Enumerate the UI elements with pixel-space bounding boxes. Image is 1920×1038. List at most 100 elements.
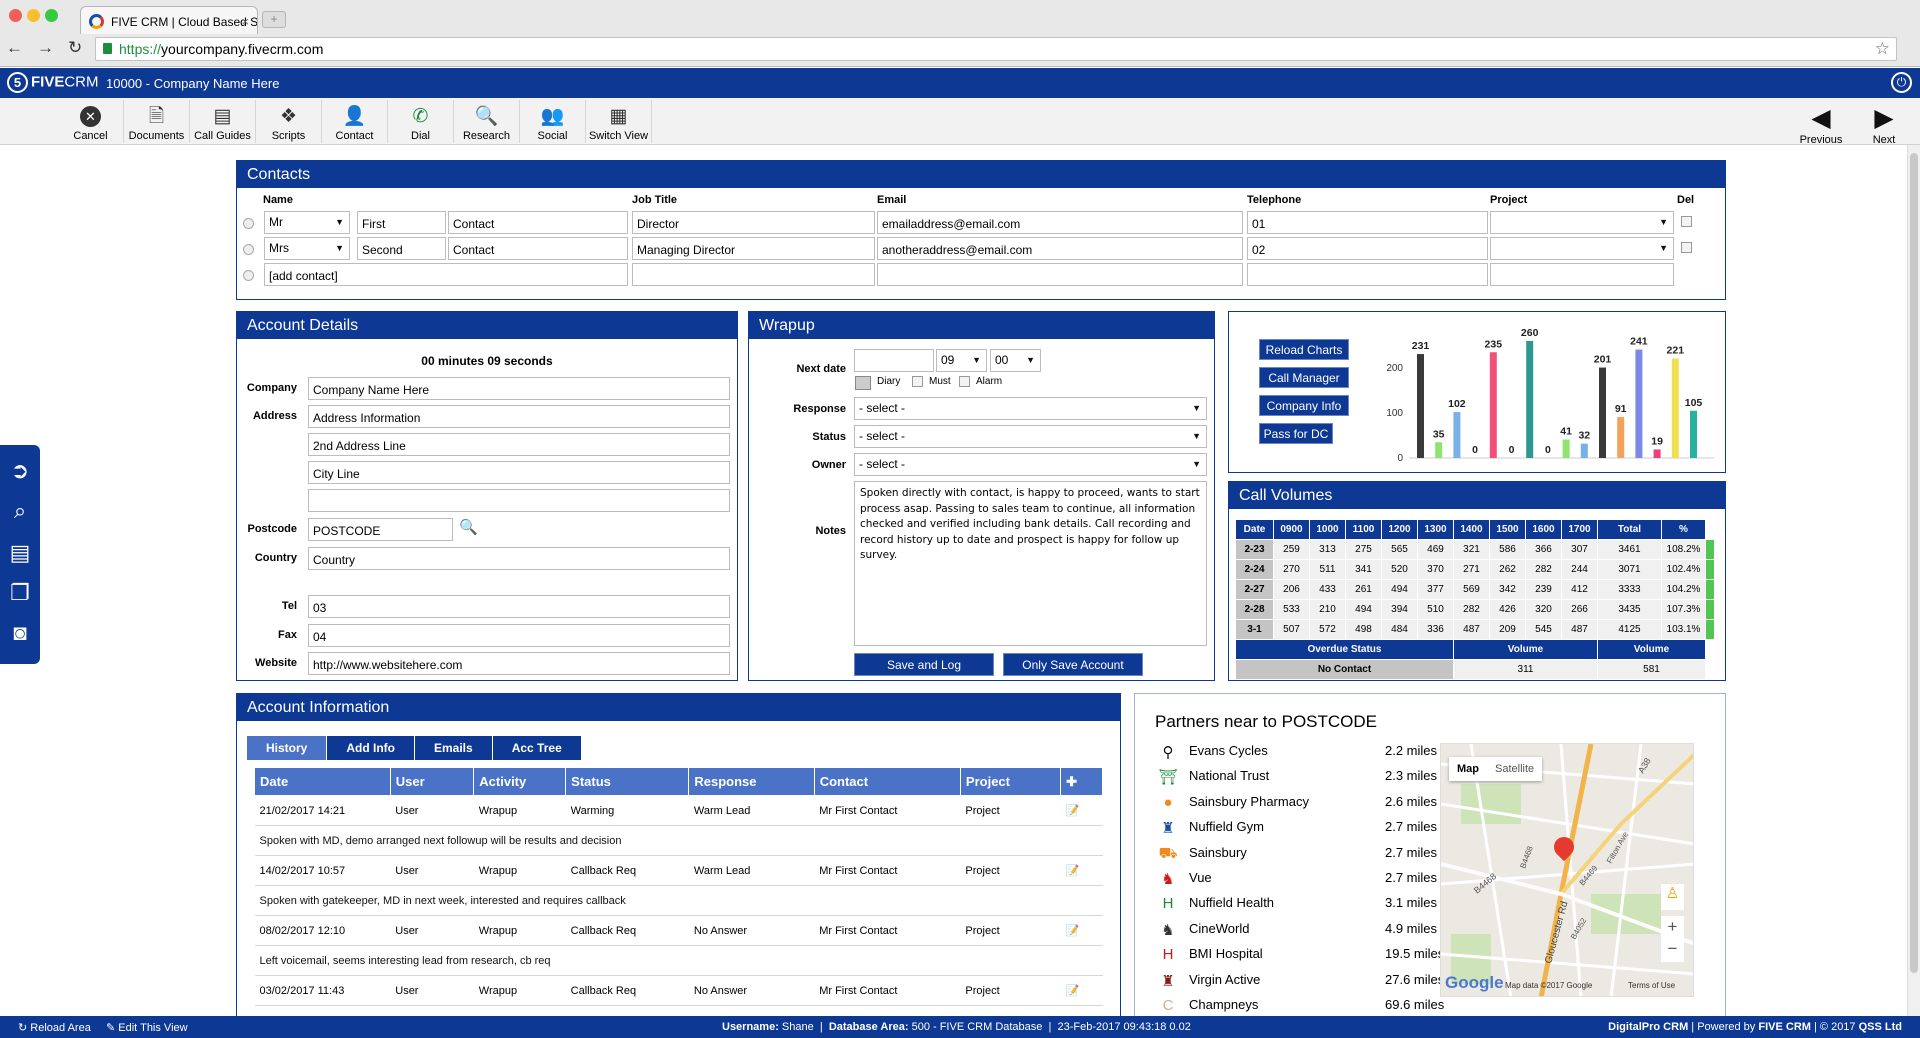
add-contact-field[interactable] [264,263,628,286]
reload-icon[interactable]: ↻ [68,38,96,57]
history-row[interactable]: 14/02/2017 10:57 User Wrapup Callback Req Wa… [254,855,1103,886]
status-select[interactable]: - select - [854,425,1207,448]
zoom-out-icon[interactable]: − [1668,939,1678,958]
contact-1-job-title[interactable] [632,211,875,234]
power-icon[interactable]: ⏻ [1891,72,1912,93]
switch-view-button[interactable]: ▦ Switch View [586,100,652,143]
tel-field[interactable] [308,595,730,618]
back-arrow-icon[interactable]: ← [6,38,37,57]
save-and-log-button[interactable]: Save and Log [854,653,994,676]
edit-view-link[interactable]: ✎ Edit This View [106,1021,188,1034]
edit-note-icon[interactable]: 📝 [1060,915,1103,946]
contact-button[interactable]: 👤 Contact [322,100,388,143]
research-button[interactable]: 🔍 Research [454,100,520,143]
page-scrollbar[interactable] [1907,145,1920,1016]
postcode-field[interactable] [308,518,453,541]
minute-select[interactable]: 00 [990,349,1041,372]
bookmark-star-icon[interactable]: ☆ [1875,39,1890,59]
contact-1-telephone[interactable] [1247,211,1488,234]
contact-2-delete-checkbox[interactable] [1681,242,1692,253]
company-field[interactable] [308,377,730,400]
close-window-icon[interactable] [9,9,22,22]
maximize-window-icon[interactable] [45,9,58,22]
contact-2-job-title[interactable] [632,237,875,260]
contact-1-email[interactable] [877,211,1243,234]
address-line-2-field[interactable] [308,433,730,456]
pegman-icon[interactable]: ♙ [1661,884,1684,910]
terms-of-use-link[interactable]: Terms of Use [1628,981,1675,990]
contact-2-first-name[interactable] [357,237,446,260]
new-tab-button[interactable]: + [262,11,286,28]
contact-2-title-select[interactable]: Mrs [264,237,350,260]
website-field[interactable] [308,652,730,675]
calendar-icon[interactable] [855,376,871,390]
alarm-checkbox[interactable] [959,376,970,387]
documents-button[interactable]: 🗎 Documents [124,100,190,143]
company-info-button[interactable]: Company Info [1259,395,1349,416]
address-bar[interactable]: https://yourcompany.fivecrm.com ☆ [95,37,1897,61]
add-contact-radio[interactable] [243,270,254,281]
search-qf-icon[interactable]: ⌕ [6,497,34,525]
address-city-field[interactable] [308,461,730,484]
add-contact-job-field[interactable] [632,263,875,286]
hour-select[interactable]: 09 [936,349,987,372]
notes-icon[interactable]: ▤ [6,539,34,567]
satellite-tab[interactable]: Satellite [1487,763,1542,775]
contact-2-last-name[interactable] [448,237,628,260]
history-row[interactable]: 08/02/2017 12:10 User Wrapup Callback Req No… [254,915,1103,946]
scrollbar-thumb[interactable] [1910,153,1918,973]
notes-textarea[interactable]: Spoken directly with contact, is happy t… [854,481,1207,646]
add-history-icon[interactable]: ✚ [1060,767,1103,796]
postcode-search-icon[interactable]: 🔍 [459,518,478,536]
close-tab-icon[interactable]: × [241,14,249,29]
call-guides-button[interactable]: ▤ Call Guides [190,100,256,143]
history-row[interactable]: 21/02/2017 14:21 User Wrapup Warming Warm Le… [254,795,1103,826]
map-tab[interactable]: Map [1449,763,1487,775]
history-header[interactable]: Contact [813,767,961,796]
forward-arrow-icon[interactable]: → [37,38,68,57]
history-row[interactable]: 03/02/2017 11:43 User Wrapup Callback Req No… [254,975,1103,1006]
reload-charts-button[interactable]: Reload Charts [1259,339,1349,360]
tab-history[interactable]: History [247,736,328,760]
pass-for-dc-button[interactable]: Pass for DC [1259,423,1333,444]
add-contact-project-field[interactable] [1490,263,1674,286]
contact-1-delete-checkbox[interactable] [1681,216,1692,227]
history-header[interactable]: Status [565,767,690,796]
contact-1-first-name[interactable] [357,211,446,234]
arrow-right-circle-icon[interactable]: ➲ [6,457,34,485]
only-save-account-button[interactable]: Only Save Account [1003,653,1143,676]
tab-add-info[interactable]: Add Info [327,736,415,760]
add-contact-email-field[interactable] [877,263,1243,286]
reload-area-link[interactable]: ↻ Reload Area [18,1021,91,1034]
country-field[interactable] [308,547,730,570]
contact-2-project-select[interactable] [1490,237,1674,260]
response-select[interactable]: - select - [854,397,1207,420]
add-contact-telephone-field[interactable] [1247,263,1488,286]
contact-1-title-select[interactable]: Mr [264,211,350,234]
map[interactable]: A38 B4468 Gloucester Rd B4052 Filton Ave… [1440,743,1694,997]
social-button[interactable]: 👥 Social [520,100,586,143]
next-button[interactable]: ▶ Next [1854,100,1914,146]
history-header[interactable]: Date [254,767,391,796]
zoom-in-icon[interactable]: + [1668,917,1678,936]
call-manager-button[interactable]: Call Manager [1259,367,1349,388]
tab-acc-tree[interactable]: Acc Tree [492,736,582,760]
history-header[interactable]: User [389,767,475,796]
copy-pages-icon[interactable]: ❐ [6,579,34,607]
contact-1-last-name[interactable] [448,211,628,234]
record-icon[interactable]: ◙ [6,619,34,647]
contact-2-email[interactable] [877,237,1243,260]
previous-button[interactable]: ◀ Previous [1791,100,1851,146]
scripts-button[interactable]: ❖ Scripts [256,100,322,143]
owner-select[interactable]: - select - [854,453,1207,476]
next-date-field[interactable] [854,349,934,372]
tab-emails[interactable]: Emails [415,736,493,760]
history-header[interactable]: Response [688,767,815,796]
edit-note-icon[interactable]: 📝 [1060,975,1103,1006]
cancel-button[interactable]: ✕ Cancel [58,100,124,143]
history-header[interactable]: Project [959,767,1062,796]
contact-2-telephone[interactable] [1247,237,1488,260]
browser-tab[interactable]: FIVE CRM | Cloud Based Sa × [80,6,258,34]
must-checkbox[interactable] [912,376,923,387]
contact-1-project-select[interactable] [1490,211,1674,234]
